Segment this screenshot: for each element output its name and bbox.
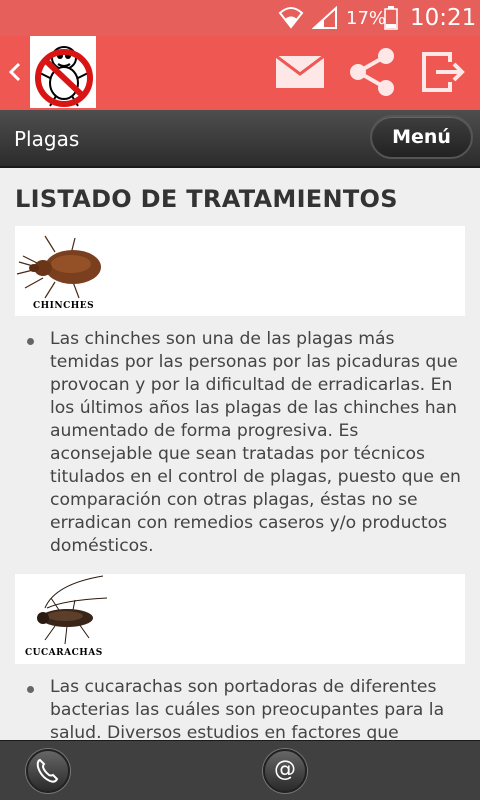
app-bar <box>0 36 480 110</box>
clock: 10:21 <box>410 5 477 31</box>
app-logo[interactable] <box>30 36 96 108</box>
bedbug-image: CHINCHES <box>15 226 465 316</box>
menu-button[interactable]: Menú <box>370 115 473 159</box>
share-icon[interactable] <box>346 46 398 98</box>
no-bugs-logo-icon <box>35 46 93 107</box>
image-caption: CHINCHES <box>33 301 95 311</box>
page-title: Plagas <box>14 127 80 151</box>
battery-icon <box>384 6 398 30</box>
battery-percentage: 17% <box>346 8 387 29</box>
bullet-dot <box>27 686 34 693</box>
section-heading: LISTADO DE TRATAMIENTOS <box>15 185 398 213</box>
back-icon[interactable] <box>4 56 26 88</box>
title-bar: Plagas Menú <box>0 110 480 168</box>
email-button[interactable]: @ <box>263 749 307 793</box>
bullet-dot <box>27 338 34 345</box>
bottom-bar: @ <box>0 740 480 800</box>
mail-icon[interactable] <box>274 52 326 92</box>
exit-icon[interactable] <box>420 50 468 94</box>
signal-icon <box>312 6 337 29</box>
phone-icon <box>36 758 59 783</box>
wifi-icon <box>278 7 304 29</box>
content-area[interactable]: LISTADO DE TRATAMIENTOS CHINCHES Las chi… <box>0 170 480 740</box>
item-description: Las chinches son una de las plagas más t… <box>50 329 461 556</box>
cockroach-image: CUCARACHAS <box>15 574 465 664</box>
item-description: Las cucarachas son portadoras de diferen… <box>50 677 445 740</box>
call-button[interactable] <box>26 749 70 793</box>
status-bar: 17% 10:21 <box>0 0 480 36</box>
image-caption: CUCARACHAS <box>25 648 103 658</box>
